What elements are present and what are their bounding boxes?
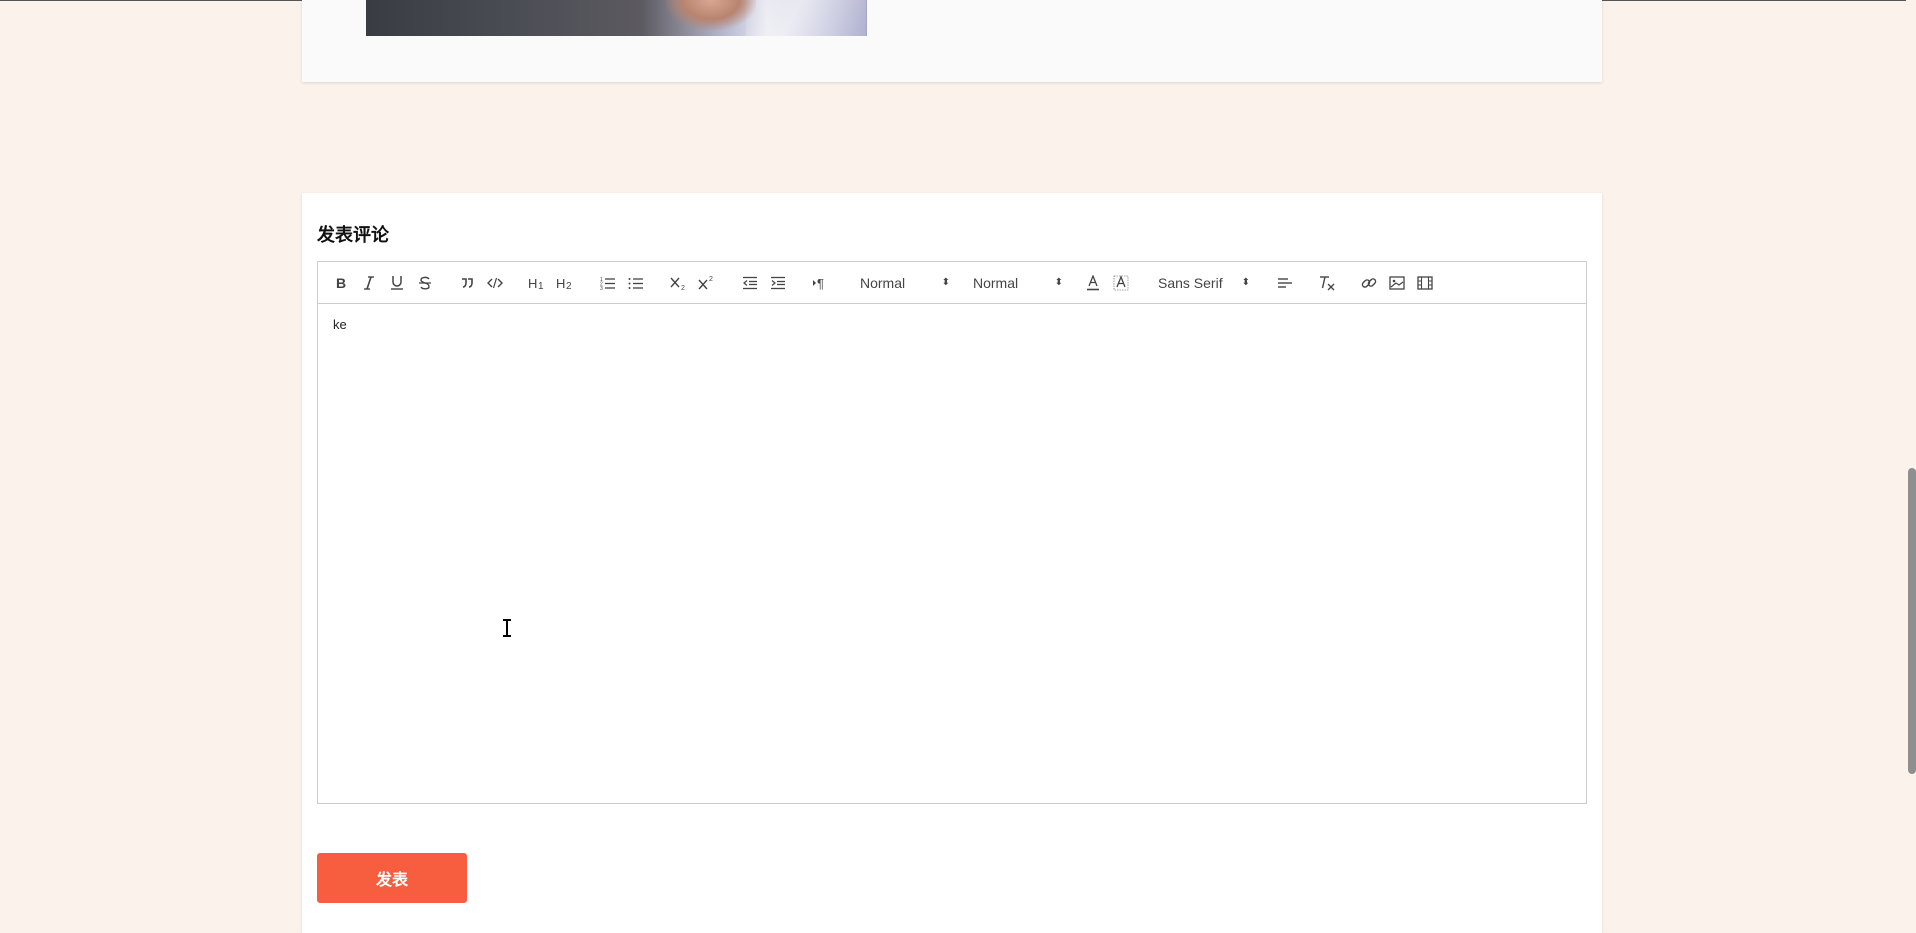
image-button[interactable] — [1387, 273, 1407, 293]
italic-button[interactable] — [359, 273, 379, 293]
text-direction-button[interactable]: ¶ — [811, 273, 831, 293]
h2-icon: H2 — [556, 276, 572, 290]
subscript-icon: 2 — [670, 277, 685, 291]
updown-arrow-icon: ⬍ — [1054, 277, 1063, 288]
superscript-button[interactable]: 2 — [697, 273, 717, 293]
comment-section-title: 发表评论 — [317, 225, 389, 245]
background-color-button[interactable] — [1111, 273, 1131, 293]
updown-arrow-icon: ⬍ — [941, 277, 950, 288]
editor-paragraph: ke — [333, 317, 347, 332]
h1-icon: H1 — [528, 276, 544, 290]
image-icon — [1389, 276, 1405, 290]
text-cursor-icon — [503, 619, 511, 637]
background-color-icon — [1113, 275, 1129, 291]
rtl-icon: ¶ — [813, 276, 824, 290]
size-picker-label: Normal — [860, 275, 906, 291]
link-icon — [1361, 278, 1377, 288]
strikethrough-icon — [419, 276, 431, 290]
svg-text:¶: ¶ — [817, 276, 824, 290]
svg-text:2: 2 — [566, 281, 572, 290]
font-picker[interactable]: Sans Serif ⬍ — [1158, 273, 1250, 293]
svg-text:B: B — [336, 276, 346, 290]
link-button[interactable] — [1359, 273, 1379, 293]
clean-button[interactable] — [1317, 273, 1337, 293]
scrollbar-track[interactable] — [1906, 0, 1916, 919]
strike-button[interactable] — [415, 273, 435, 293]
ordered-list-icon: 123 — [600, 277, 615, 290]
blockquote-button[interactable] — [457, 273, 477, 293]
editor-toolbar: B H1 H 2 1 2 3 2 2 ¶ Normal ⬍ Normal ⬍ S… — [318, 262, 1586, 304]
quote-icon — [462, 278, 473, 288]
video-button[interactable] — [1415, 273, 1435, 293]
article-photo — [366, 0, 867, 36]
bold-button[interactable]: B — [331, 273, 351, 293]
svg-text:2: 2 — [709, 276, 713, 283]
outdent-button[interactable] — [740, 273, 760, 293]
submit-comment-button[interactable]: 发表 — [317, 853, 467, 903]
svg-text:1: 1 — [538, 281, 544, 290]
subscript-button[interactable]: 2 — [669, 273, 689, 293]
comment-card: 发表评论 B H 1 H 2 1 2 3 2 2 ¶ Normal ⬍ Norm… — [302, 193, 1602, 933]
font-color-button[interactable] — [1083, 273, 1103, 293]
clear-format-icon — [1320, 276, 1335, 291]
bullet-list-icon — [628, 278, 643, 289]
header1-button[interactable]: H1 — [527, 273, 547, 293]
header-picker-label: Normal — [973, 275, 1019, 291]
superscript-icon: 2 — [698, 276, 713, 290]
scrollbar-thumb[interactable] — [1908, 468, 1916, 774]
font-color-icon — [1087, 275, 1099, 291]
font-picker-label: Sans Serif — [1158, 275, 1223, 291]
align-left-icon — [1278, 278, 1292, 288]
code-icon — [487, 277, 503, 289]
updown-arrow-icon: ⬍ — [1241, 277, 1250, 288]
italic-icon — [364, 276, 374, 290]
svg-text:3: 3 — [600, 286, 603, 290]
svg-text:2: 2 — [681, 285, 685, 291]
underline-button[interactable] — [387, 273, 407, 293]
ordered-list-button[interactable]: 123 — [598, 273, 618, 293]
underline-icon — [391, 276, 403, 290]
svg-text:H: H — [556, 276, 565, 290]
align-button[interactable] — [1275, 273, 1295, 293]
code-block-button[interactable] — [485, 273, 505, 293]
bullet-list-button[interactable] — [626, 273, 646, 293]
rich-text-editor: B H1 H 2 1 2 3 2 2 ¶ Normal ⬍ Normal ⬍ S… — [317, 261, 1587, 804]
video-icon — [1417, 276, 1433, 290]
indent-button[interactable] — [768, 273, 788, 293]
article-card — [302, 0, 1602, 82]
header2-button[interactable]: H2 — [555, 273, 575, 293]
editor-content[interactable]: ke — [318, 305, 1586, 803]
bold-icon: B — [336, 276, 346, 290]
size-picker[interactable]: Normal ⬍ — [860, 273, 950, 293]
outdent-icon — [743, 276, 757, 290]
svg-text:H: H — [528, 276, 537, 290]
header-picker[interactable]: Normal ⬍ — [973, 273, 1063, 293]
indent-icon — [771, 276, 785, 290]
